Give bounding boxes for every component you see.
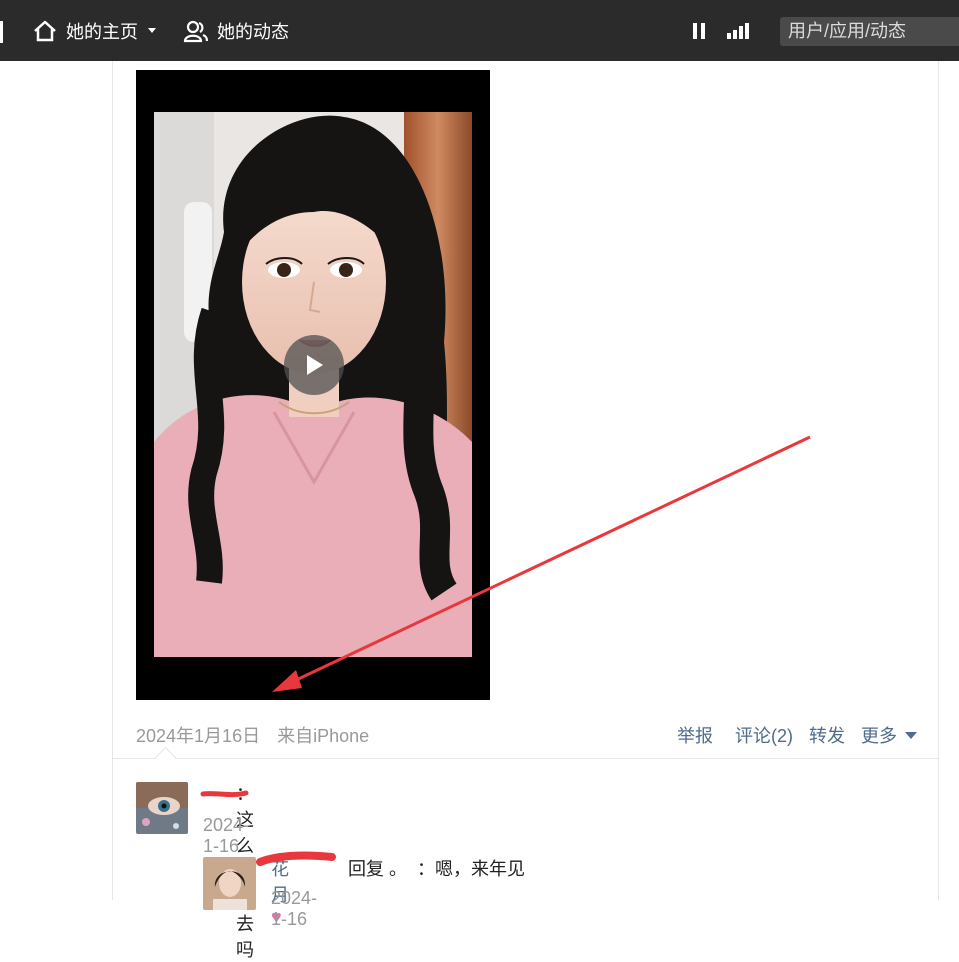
comment-time: 2024-1-16 [203,815,250,856]
forward-link[interactable]: 转发 [809,722,845,748]
avatar[interactable] [203,857,256,910]
avatar[interactable] [136,782,188,834]
nav-home-label: 她的主页 [66,21,138,42]
reply-time: 2024-1-16 [271,888,318,929]
chevron-down-icon [148,28,156,33]
signal-bars-icon[interactable] [726,22,750,45]
nav-feed-link[interactable]: 她的动态 [183,0,289,61]
post-source: 来自iPhone [277,726,370,746]
play-button[interactable] [284,335,344,395]
top-nav-bar: 她的主页 她的动态 [0,0,959,61]
video-player[interactable] [136,70,490,700]
search-input[interactable] [788,21,959,42]
pause-icon[interactable] [692,22,706,45]
report-link[interactable]: 举报 [677,722,713,748]
search-box[interactable] [780,17,959,46]
sidebar-edge [0,21,3,43]
comment-link[interactable]: 评论(2) [735,722,793,748]
caret-down-icon [905,731,917,739]
post-meta: 2024年1月16日 来自iPhone [136,722,381,748]
reply-text: 回复 。 ：嗯，来年见 [348,859,526,879]
post-date: 2024年1月16日 [136,726,261,746]
more-label: 更多 [861,726,897,746]
users-icon [183,19,209,43]
post-actions: 举报 评论(2) 转发 更多 [661,722,917,748]
home-icon [32,19,58,43]
play-icon [307,355,323,375]
nav-feed-label: 她的动态 [217,21,289,42]
nav-home-menu[interactable]: 她的主页 [32,0,156,61]
more-dropdown[interactable]: 更多 [861,722,917,748]
comments-divider [113,758,938,759]
